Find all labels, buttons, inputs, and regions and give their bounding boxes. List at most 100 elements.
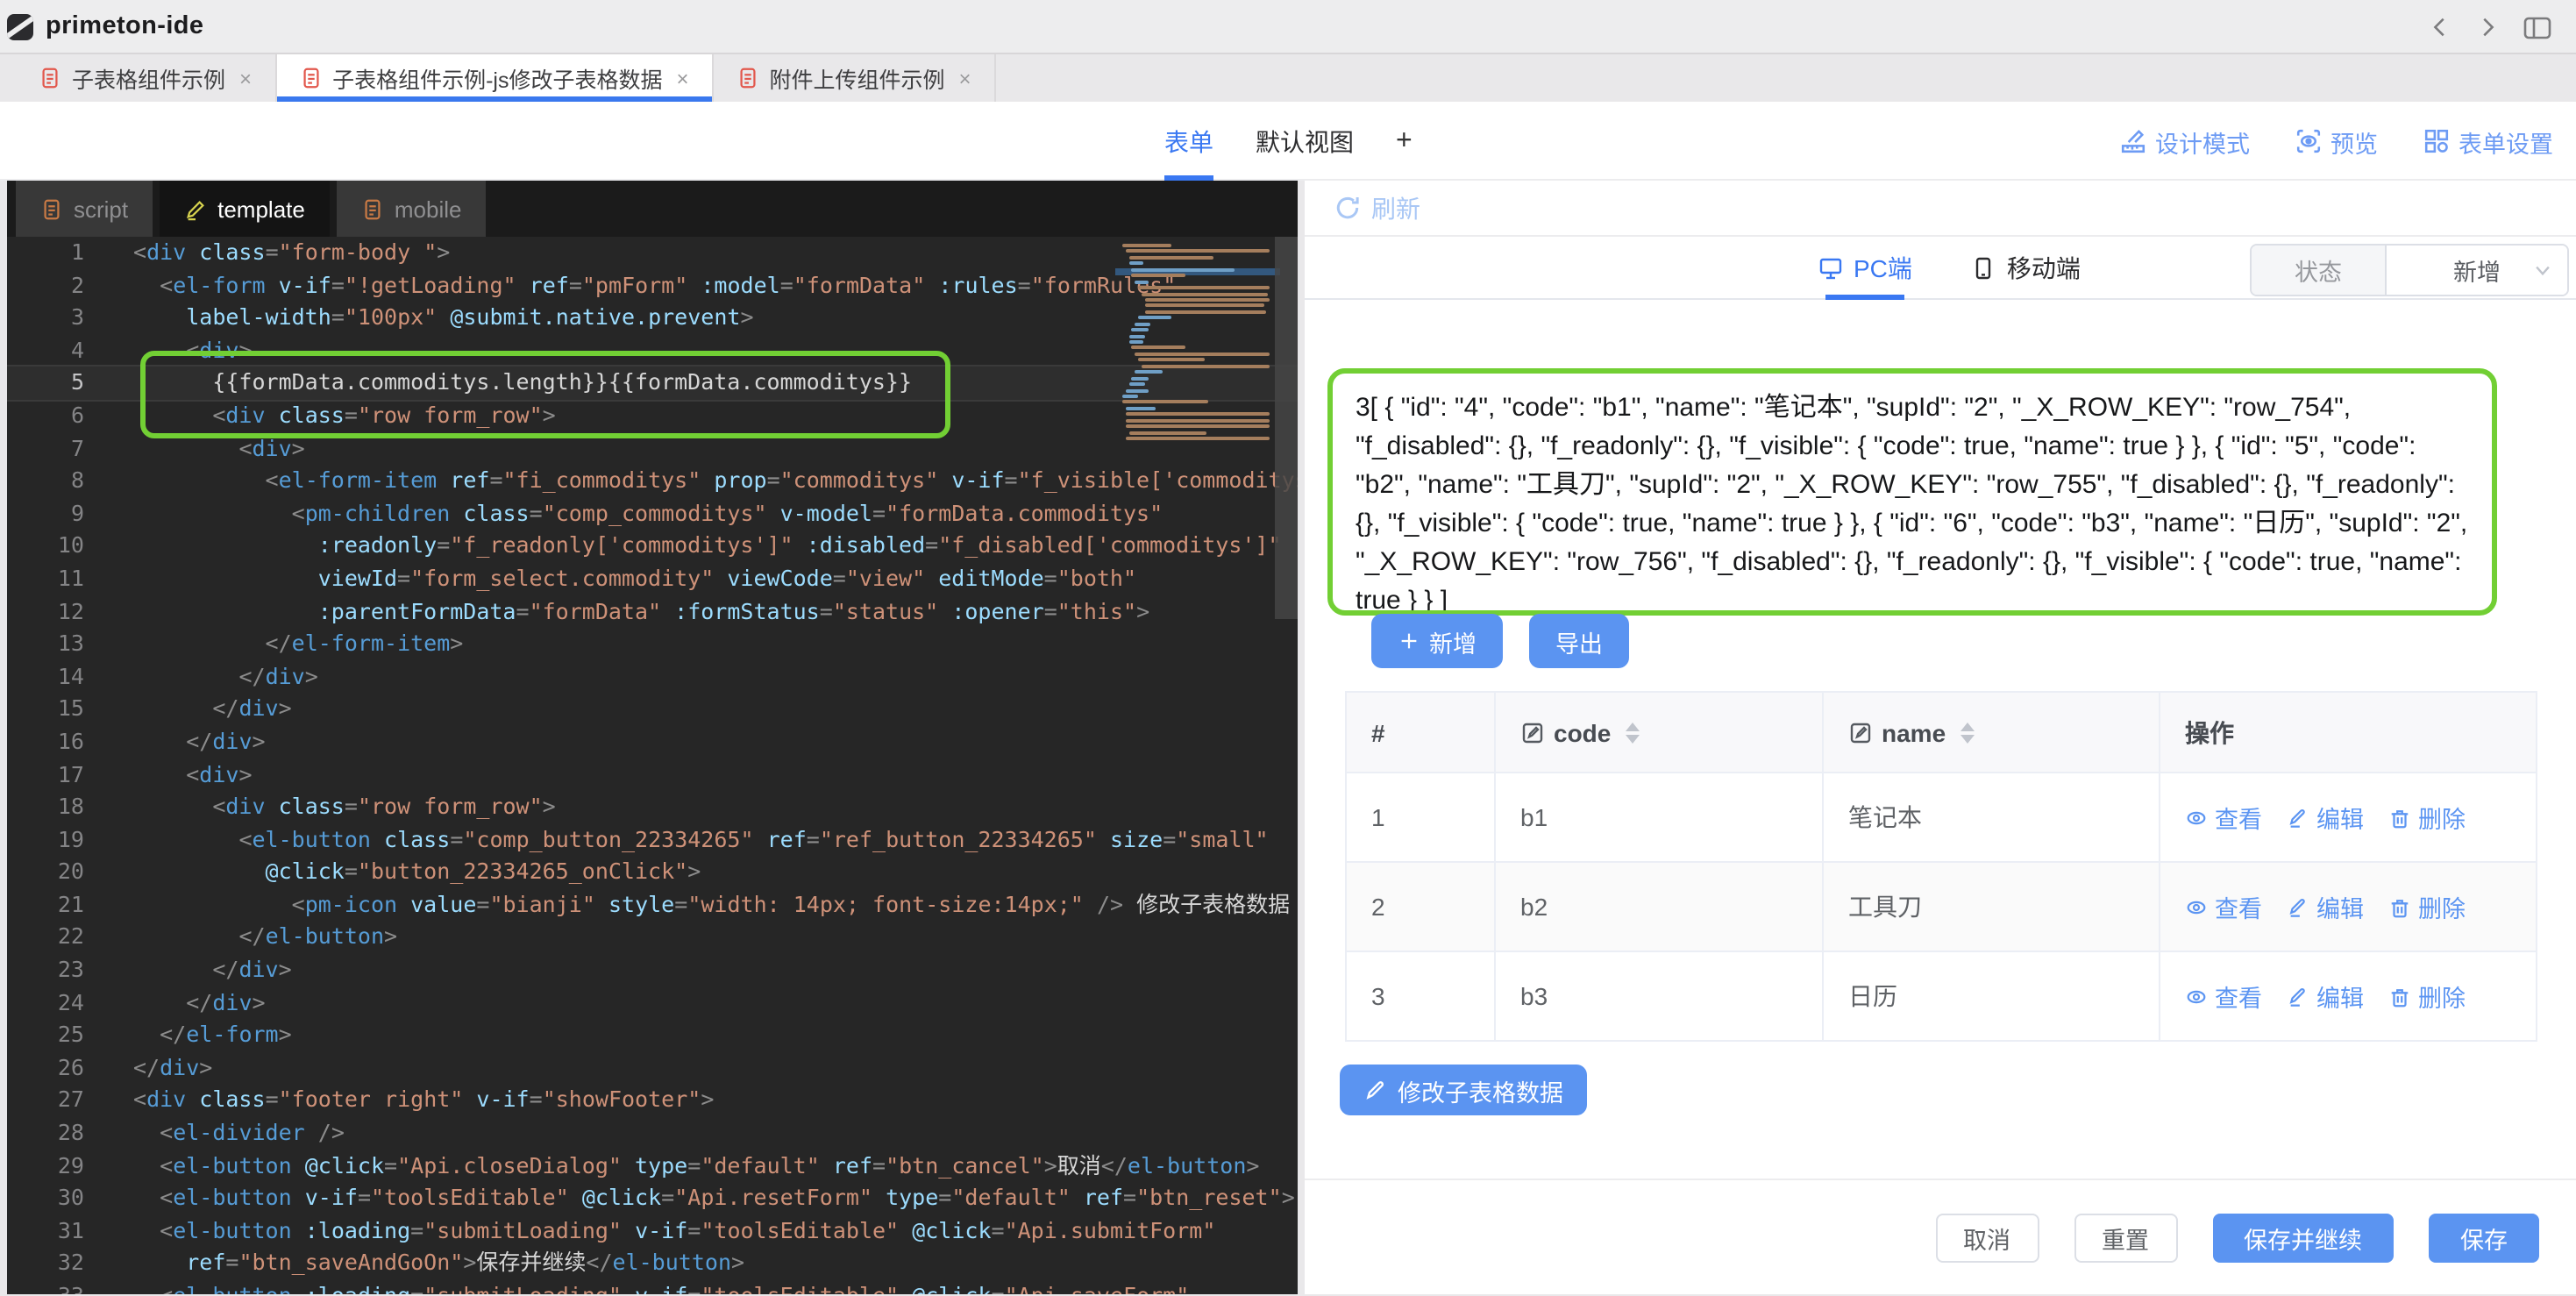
view-action-0[interactable]: 设计模式 [2120,124,2250,159]
panel-layout-icon[interactable] [2523,15,2551,39]
preview-eye-icon [2295,128,2322,154]
column-header-code[interactable]: code [1495,692,1823,773]
column-header-name[interactable]: name [1823,692,2160,773]
row-action-edit[interactable]: 编辑 [2287,800,2364,835]
view-tab-0[interactable]: 表单 [1164,102,1213,181]
editor-tab-mobile[interactable]: mobile [337,181,487,237]
file-tab-2[interactable]: 附件上传组件示例 × [714,54,996,102]
row-action-edit[interactable]: 编辑 [2287,979,2364,1014]
view-tab-1[interactable]: 默认视图 [1256,102,1354,181]
code-line-13: 13 </el-form-item> [7,628,1298,660]
code-line-10: 10 :readonly="f_readonly['commoditys']" … [7,531,1298,563]
code-line-30: 30 <el-button v-if="toolsEditable" @clic… [7,1182,1298,1214]
row-action-delete[interactable]: 删除 [2388,889,2466,924]
code-line-32: 32 ref="btn_saveAndGoOn">保存并继续</el-butto… [7,1248,1298,1280]
save-button[interactable]: 保存 [2429,1214,2539,1263]
refresh-button[interactable]: 刷新 [1305,181,2576,237]
cell-name: 日历 [1823,951,2160,1041]
row-action-view[interactable]: 查看 [2185,800,2262,835]
file-red-icon [39,67,61,89]
cell-name: 工具刀 [1823,862,2160,951]
code-line-4: 4 <div> [7,335,1298,367]
code-line-12: 12 :parentFormData="formData" :formStatu… [7,595,1298,628]
form-settings-icon [2423,128,2450,154]
add-row-button[interactable]: 新增 [1371,614,1503,668]
row-action-delete[interactable]: 删除 [2388,979,2466,1014]
file-tab-label: 子表格组件示例-js修改子表格数据 [332,61,662,95]
cell-index: 3 [1346,951,1495,1041]
editor-tab-template[interactable]: template [160,181,330,237]
table-row-3: 3b3日历查看编辑删除 [1346,951,2537,1041]
editor-code-area[interactable]: 1<div class="form-body ">2 <el-form v-if… [7,237,1298,1294]
code-line-3: 3 label-width="100px" @submit.native.pre… [7,302,1298,334]
code-line-1: 1<div class="form-body "> [7,237,1298,269]
row-action-edit[interactable]: 编辑 [2287,889,2364,924]
close-icon[interactable]: × [239,66,252,90]
pen-icon [1363,1078,1387,1102]
device-tab-1[interactable]: 移动端 [1972,237,2081,300]
cancel-button[interactable]: 取消 [1935,1214,2039,1263]
device-tab-0[interactable]: PC端 [1818,237,1912,300]
chevron-right-icon[interactable] [2476,16,2499,39]
code-line-8: 8 <el-form-item ref="fi_commoditys" prop… [7,465,1298,497]
file-tab-label: 附件上传组件示例 [770,61,945,95]
cell-actions: 查看编辑删除 [2160,951,2537,1041]
code-editor-panel: scripttemplatemobile 1<div class="form-b… [7,181,1298,1294]
subtable-toolbar: 新增导出 [1371,614,1629,668]
editor-tab-script[interactable]: script [16,181,153,237]
save-and-continue-button[interactable]: 保存并继续 [2212,1214,2394,1263]
editor-scrollbar[interactable] [1275,237,1298,619]
code-line-20: 20 @click="button_22334265_onClick"> [7,857,1298,889]
code-line-6: 6 <div class="row form_row"> [7,400,1298,432]
pencil-yellow-icon [184,197,207,220]
delete-trash-icon [2388,895,2411,918]
sort-carets[interactable] [1625,722,1639,743]
status-select[interactable]: 状态 新增 [2250,244,2569,296]
export-button[interactable]: 导出 [1529,614,1629,668]
reset-button[interactable]: 重置 [2074,1214,2177,1263]
monitor-icon [1818,256,1843,281]
form-footer: 取消重置保存并继续保存 [1305,1179,2576,1296]
preview-panel: 刷新 PC端移动端 状态 新增 3[ { "id": "4", "code": … [1305,181,2576,1294]
edit-cell-icon [1520,720,1545,744]
row-action-view[interactable]: 查看 [2185,979,2262,1014]
app-window: primeton-ide 子表格组件示例×子表格组件示例-js修改子表格数据×附… [0,0,2576,1294]
code-line-15: 15 </div> [7,694,1298,726]
cell-code: b1 [1495,773,1823,862]
code-line-26: 26</div> [7,1052,1298,1085]
table-row-1: 1b1笔记本查看编辑删除 [1346,773,2537,862]
code-line-11: 11 viewId="form_select.commodity" viewCo… [7,563,1298,595]
sort-carets[interactable] [1960,722,1974,743]
view-action-2[interactable]: 表单设置 [2423,124,2553,159]
view-nav-bar: 表单默认视图 + 设计模式 预览 表单设置 [0,102,2576,181]
device-switch-row: PC端移动端 状态 新增 [1305,237,2576,300]
file-tab-bar: 子表格组件示例 × 子表格组件示例-js修改子表格数据 × 附件上传组件示例 × [0,54,2576,102]
table-header-row: #codename操作 [1346,692,2537,773]
add-view-button[interactable]: + [1396,102,1413,181]
phone-icon [1972,256,1996,281]
refresh-label: 刷新 [1371,190,1420,225]
column-header-操作: 操作 [2160,692,2537,773]
close-icon[interactable]: × [676,66,688,90]
minimap[interactable] [1122,244,1273,443]
chevron-left-icon[interactable] [2429,16,2451,39]
modify-subtable-button[interactable]: 修改子表格数据 [1340,1065,1586,1115]
file-tab-1[interactable]: 子表格组件示例-js修改子表格数据 × [276,54,713,102]
code-line-33: 33 <el-button :loading="submitLoading" v… [7,1280,1298,1294]
delete-trash-icon [2388,985,2411,1008]
code-line-17: 17 <div> [7,758,1298,791]
view-eye-icon [2185,985,2208,1008]
file-tab-label: 子表格组件示例 [72,61,225,95]
row-action-view[interactable]: 查看 [2185,889,2262,924]
close-icon[interactable]: × [959,66,971,90]
code-line-22: 22 </el-button> [7,922,1298,954]
file-red-icon [737,67,759,89]
view-action-1[interactable]: 预览 [2295,124,2378,159]
design-mode-icon [2120,128,2146,154]
code-line-31: 31 <el-button :loading="submitLoading" v… [7,1215,1298,1248]
code-line-19: 19 <el-button class="comp_button_2233426… [7,823,1298,856]
row-action-delete[interactable]: 删除 [2388,800,2466,835]
edit-pen-icon [2287,806,2309,829]
file-tab-0[interactable]: 子表格组件示例 × [16,54,276,102]
code-line-27: 27<div class="footer right" v-if="showFo… [7,1085,1298,1117]
